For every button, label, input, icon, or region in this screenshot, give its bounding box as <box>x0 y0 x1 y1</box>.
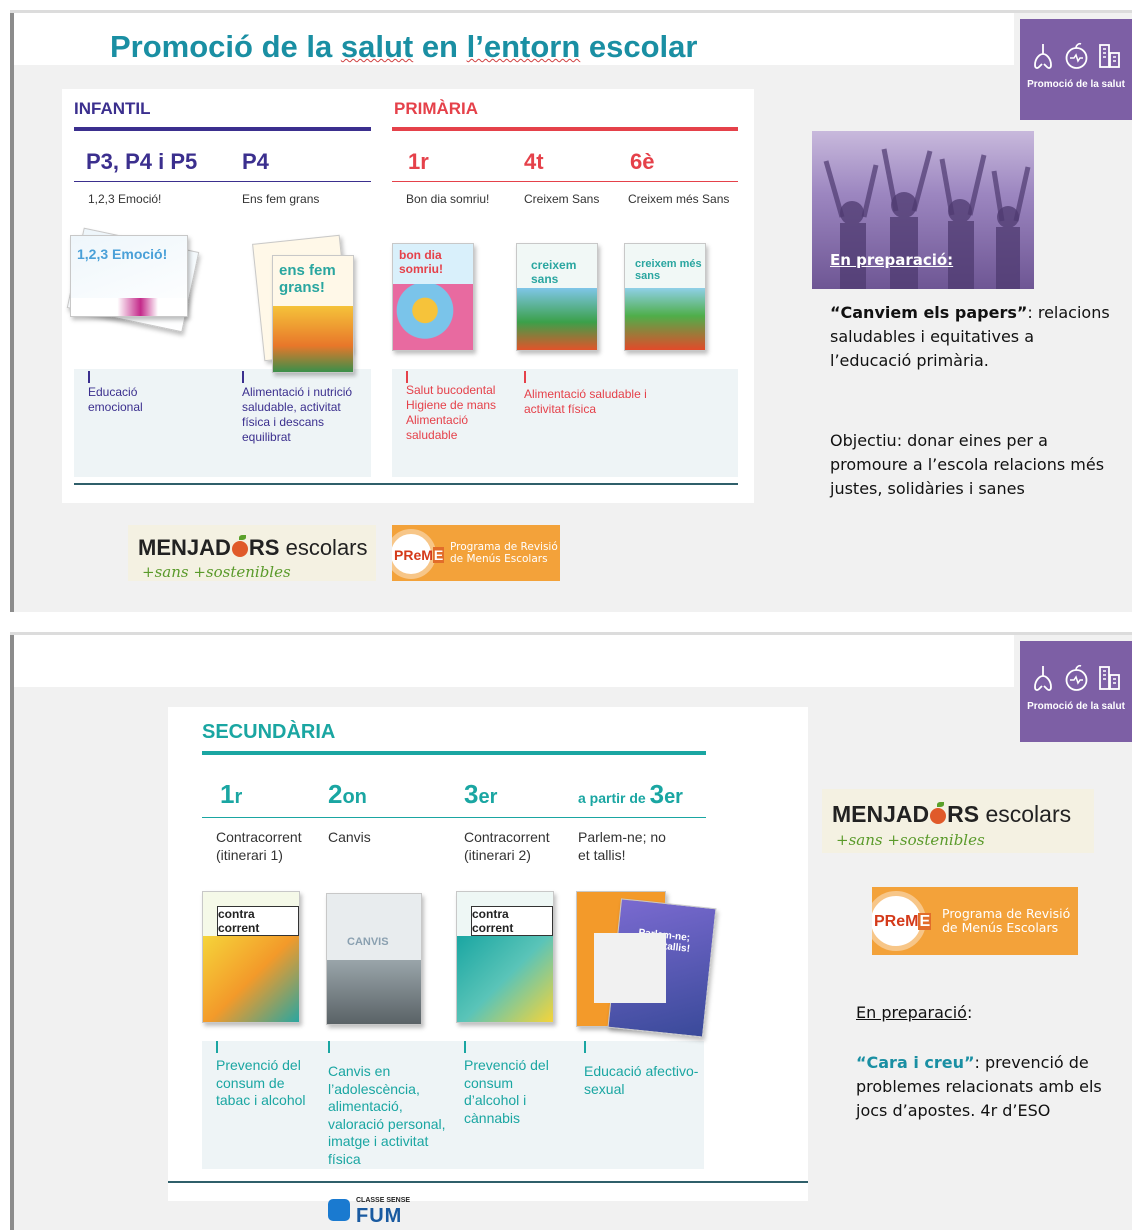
section-line-primaria <box>392 127 738 131</box>
apple-icon <box>930 802 947 824</box>
topic-alimentacio-descans: Alimentació i nutrició saludable, activi… <box>242 385 353 444</box>
program-creixem-sans: Creixem Sans <box>524 192 600 206</box>
preme-logo: PReME Programa de Revisió de Menús Escola… <box>872 887 1078 955</box>
hand-icon <box>328 1199 350 1221</box>
program-contracorrent-2: Contracorrent (itinerari 2) <box>464 829 550 863</box>
image-placeholder <box>594 933 666 1003</box>
apple-icon <box>231 535 248 557</box>
grade-3er-eso: 3er <box>464 779 498 809</box>
title-bar <box>14 635 1014 687</box>
cover-contracorrent-1: contra corrent <box>202 891 300 1023</box>
topic-tick <box>242 371 244 383</box>
topic-educacio-emocional: Educació emocional <box>88 385 143 414</box>
title-bar: Promoció de la salut en l’entorn escolar <box>14 13 1014 65</box>
cover-emocio: 1,2,3 Emoció! <box>70 235 188 317</box>
cover-canvis: CANVIS <box>326 893 422 1025</box>
slide-primary: Promoció de la salut en l’entorn escolar… <box>10 10 1132 612</box>
slide-secondary: Promoció de la salut SECUNDÀRIA 1r 2on 3… <box>10 632 1132 1230</box>
topic-tick <box>524 371 526 383</box>
section-title-infantil: INFANTIL <box>74 99 151 118</box>
buildings-icon <box>1098 666 1120 690</box>
badge-label: Promoció de la salut <box>1027 79 1125 90</box>
topic-tick <box>464 1041 466 1053</box>
photo-label: En preparació: <box>830 251 954 269</box>
section-title-secundaria: SECUNDÀRIA <box>202 721 336 743</box>
apple-heart-icon <box>1065 42 1087 69</box>
cover-bon-dia-somriu: bon dia somriu! <box>392 243 474 351</box>
cover-creixem-sans: creixem sans <box>516 243 598 351</box>
section-title-primaria: PRIMÀRIA <box>394 99 479 118</box>
apple-heart-icon <box>1065 664 1087 691</box>
slide-edge <box>10 13 14 612</box>
program-ens-fem-grans: Ens fem grans <box>242 192 320 206</box>
grade-2on-eso: 2on <box>328 779 367 809</box>
program-creixem-mes-sans: Creixem més Sans <box>628 192 730 206</box>
lungs-icon <box>1033 44 1052 69</box>
badge-label: Promoció de la salut <box>1027 701 1125 712</box>
program-contracorrent-1: Contracorrent (itinerari 1) <box>216 829 302 863</box>
program-emocio: 1,2,3 Emoció! <box>88 192 162 206</box>
lungs-icon <box>1033 666 1052 691</box>
panel-bottom-line <box>74 483 738 485</box>
menjadors-escolars-logo: MENJAD RS escolars +sans +sostenibles <box>128 525 376 581</box>
grade-a-partir-3er: a partir de 3er <box>578 779 683 809</box>
classe-sense-fum-logo: CLASSE SENSE FUM <box>328 1195 440 1229</box>
page-title: Promoció de la salut en l’entorn escolar <box>110 29 698 64</box>
prep-label: En preparació: <box>856 1003 973 1022</box>
cover-contracorrent-2: contra corrent <box>456 891 554 1023</box>
secundaria-panel: SECUNDÀRIA 1r 2on 3er a partir de 3er Co… <box>168 707 808 1201</box>
side-cara-i-creu: “Cara i creu”: prevenció de problemes re… <box>856 1053 1102 1120</box>
children-photo: En preparació: <box>812 131 1034 289</box>
grade-p3-p5: P3, P4 i P5 <box>86 149 198 174</box>
health-promotion-badge: Promoció de la salut <box>1020 19 1132 120</box>
topic-afectivo-sexual: Educació afectivo-sexual <box>584 1063 699 1097</box>
buildings-icon <box>1098 44 1120 68</box>
slide-edge <box>10 635 14 1230</box>
preme-logo: PReME Programa de Revisió de Menús Escola… <box>392 525 560 581</box>
topic-tabac-alcohol: Prevenció del consum de tabac i alcohol <box>216 1057 306 1108</box>
topic-canvis-adolescencia: Canvis en l’adolescència, alimentació, v… <box>328 1063 446 1167</box>
topic-tick <box>328 1041 330 1053</box>
program-canvis: Canvis <box>328 829 371 845</box>
program-parlem-ne: Parlem-ne; no et tallis! <box>578 829 666 863</box>
grade-line-infantil <box>74 181 371 182</box>
grade-1r: 1r <box>408 149 429 174</box>
topic-tick <box>584 1041 586 1053</box>
grade-1r-eso: 1r <box>220 779 243 809</box>
programs-panel: INFANTIL P3, P4 i P5 P4 1,2,3 Emoció! En… <box>62 89 754 503</box>
cover-ens-fem-grans: ens fem grans! <box>272 255 354 373</box>
health-promotion-badge: Promoció de la salut <box>1020 641 1132 742</box>
menjadors-escolars-logo: MENJAD RS escolars +sans +sostenibles <box>822 789 1094 853</box>
section-line-infantil <box>74 127 371 131</box>
topic-salut-bucodental: Salut bucodental Higiene de mans Aliment… <box>406 383 497 442</box>
side-description: “Canviem els papers”: relacions saludabl… <box>830 303 1110 370</box>
grade-line-primaria <box>392 181 738 182</box>
grade-p4: P4 <box>242 149 269 174</box>
panel-bottom-line <box>168 1181 808 1183</box>
side-objective: Objectiu: donar eines per a promoure a l… <box>830 431 1105 498</box>
topic-alimentacio-activitat: Alimentació saludable i activitat física <box>524 387 647 416</box>
topic-tick <box>406 371 408 383</box>
grade-6e: 6è <box>630 149 655 174</box>
topic-alcohol-cannabis: Prevenció del consum d’alcohol i cànnabi… <box>464 1057 549 1126</box>
section-line-secundaria <box>202 751 706 755</box>
grade-line-secundaria <box>202 817 706 818</box>
grade-4t: 4t <box>524 149 544 174</box>
topic-tick <box>216 1041 218 1053</box>
program-bon-dia-somriu: Bon dia somriu! <box>406 192 490 206</box>
cover-creixem-mes-sans: creixem més sans <box>624 243 706 351</box>
topic-tick <box>88 371 90 383</box>
